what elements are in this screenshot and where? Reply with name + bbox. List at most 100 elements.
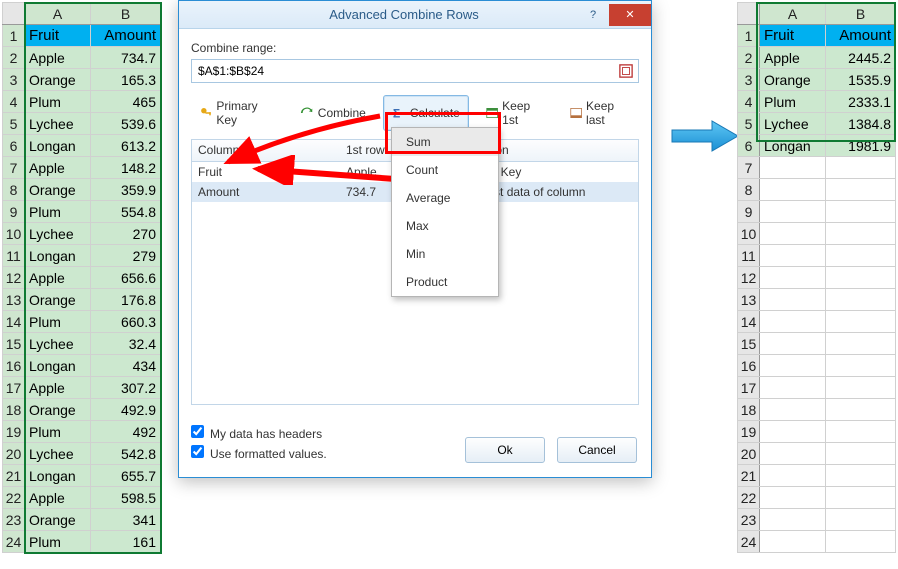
data-cell[interactable]: Plum bbox=[760, 91, 826, 113]
keep-first-button[interactable]: Keep 1st bbox=[477, 95, 553, 131]
data-cell[interactable] bbox=[760, 465, 826, 487]
col-header-b[interactable]: B bbox=[91, 3, 161, 25]
data-cell[interactable]: Apple bbox=[25, 157, 91, 179]
data-cell[interactable] bbox=[760, 377, 826, 399]
col-header-b[interactable]: B bbox=[826, 3, 896, 25]
data-cell[interactable] bbox=[760, 201, 826, 223]
select-all-corner[interactable] bbox=[3, 3, 25, 25]
data-cell[interactable]: Longan bbox=[760, 135, 826, 157]
row-header[interactable]: 23 bbox=[3, 509, 25, 531]
row-header[interactable]: 1 bbox=[3, 25, 25, 47]
data-cell[interactable]: Plum bbox=[25, 531, 91, 553]
header-cell[interactable]: Fruit bbox=[760, 25, 826, 47]
range-input[interactable] bbox=[192, 64, 614, 78]
row-header[interactable]: 13 bbox=[3, 289, 25, 311]
row-header[interactable]: 9 bbox=[738, 201, 760, 223]
data-cell[interactable]: Apple bbox=[25, 267, 91, 289]
data-cell[interactable] bbox=[760, 223, 826, 245]
data-cell[interactable]: Plum bbox=[25, 91, 91, 113]
row-header[interactable]: 10 bbox=[3, 223, 25, 245]
data-cell[interactable]: 148.2 bbox=[91, 157, 161, 179]
row-header[interactable]: 15 bbox=[3, 333, 25, 355]
row-header[interactable]: 13 bbox=[738, 289, 760, 311]
data-cell[interactable] bbox=[760, 157, 826, 179]
data-cell[interactable]: Lychee bbox=[760, 113, 826, 135]
row-header[interactable]: 10 bbox=[738, 223, 760, 245]
row-header[interactable]: 2 bbox=[3, 47, 25, 69]
data-cell[interactable]: 1384.8 bbox=[826, 113, 896, 135]
select-all-corner[interactable] bbox=[738, 3, 760, 25]
dropdown-item-count[interactable]: Count bbox=[392, 156, 498, 184]
row-header[interactable]: 12 bbox=[3, 267, 25, 289]
row-header[interactable]: 21 bbox=[738, 465, 760, 487]
row-header[interactable]: 11 bbox=[738, 245, 760, 267]
row-header[interactable]: 6 bbox=[3, 135, 25, 157]
data-cell[interactable] bbox=[760, 333, 826, 355]
row-header[interactable]: 22 bbox=[738, 487, 760, 509]
data-cell[interactable]: Orange bbox=[25, 69, 91, 91]
row-header[interactable]: 11 bbox=[3, 245, 25, 267]
ok-button[interactable]: Ok bbox=[465, 437, 545, 463]
data-cell[interactable]: 307.2 bbox=[91, 377, 161, 399]
row-header[interactable]: 19 bbox=[3, 421, 25, 443]
data-cell[interactable] bbox=[826, 531, 896, 553]
data-cell[interactable]: Lychee bbox=[25, 443, 91, 465]
data-cell[interactable] bbox=[760, 311, 826, 333]
row-header[interactable]: 14 bbox=[3, 311, 25, 333]
data-cell[interactable] bbox=[826, 399, 896, 421]
row-header[interactable]: 20 bbox=[3, 443, 25, 465]
row-header[interactable]: 8 bbox=[738, 179, 760, 201]
header-cell[interactable]: Amount bbox=[826, 25, 896, 47]
data-cell[interactable] bbox=[826, 509, 896, 531]
data-cell[interactable]: 161 bbox=[91, 531, 161, 553]
data-cell[interactable]: Longan bbox=[25, 135, 91, 157]
data-cell[interactable]: Longan bbox=[25, 465, 91, 487]
row-header[interactable]: 15 bbox=[738, 333, 760, 355]
data-cell[interactable] bbox=[826, 487, 896, 509]
close-button[interactable]: ✕ bbox=[609, 4, 651, 26]
data-cell[interactable]: Orange bbox=[25, 179, 91, 201]
dropdown-item-min[interactable]: Min bbox=[392, 240, 498, 268]
cancel-button[interactable]: Cancel bbox=[557, 437, 637, 463]
row-header[interactable]: 16 bbox=[738, 355, 760, 377]
data-cell[interactable]: Apple bbox=[25, 47, 91, 69]
data-cell[interactable]: 539.6 bbox=[91, 113, 161, 135]
data-cell[interactable]: Apple bbox=[25, 377, 91, 399]
grid-header-column[interactable]: Column bbox=[192, 140, 340, 161]
data-cell[interactable] bbox=[826, 465, 896, 487]
dropdown-item-product[interactable]: Product bbox=[392, 268, 498, 296]
data-cell[interactable]: Lychee bbox=[25, 333, 91, 355]
data-cell[interactable]: Longan bbox=[25, 355, 91, 377]
row-header[interactable]: 24 bbox=[738, 531, 760, 553]
header-cell[interactable]: Fruit bbox=[25, 25, 91, 47]
data-cell[interactable]: Longan bbox=[25, 245, 91, 267]
data-cell[interactable]: Plum bbox=[25, 421, 91, 443]
data-cell[interactable]: 655.7 bbox=[91, 465, 161, 487]
help-button[interactable]: ? bbox=[579, 4, 607, 26]
row-header[interactable]: 22 bbox=[3, 487, 25, 509]
data-cell[interactable]: 492 bbox=[91, 421, 161, 443]
data-cell[interactable] bbox=[826, 245, 896, 267]
data-cell[interactable] bbox=[826, 157, 896, 179]
row-header[interactable]: 19 bbox=[738, 421, 760, 443]
data-cell[interactable] bbox=[826, 289, 896, 311]
data-cell[interactable] bbox=[826, 333, 896, 355]
row-header[interactable]: 7 bbox=[738, 157, 760, 179]
calculate-button[interactable]: Σ Calculate bbox=[383, 95, 469, 131]
row-header[interactable]: 17 bbox=[738, 377, 760, 399]
data-cell[interactable]: Orange bbox=[25, 399, 91, 421]
data-cell[interactable] bbox=[760, 267, 826, 289]
data-cell[interactable]: 613.2 bbox=[91, 135, 161, 157]
dropdown-item-max[interactable]: Max bbox=[392, 212, 498, 240]
row-header[interactable]: 18 bbox=[3, 399, 25, 421]
row-header[interactable]: 3 bbox=[738, 69, 760, 91]
data-cell[interactable] bbox=[760, 509, 826, 531]
data-cell[interactable]: 1535.9 bbox=[826, 69, 896, 91]
col-header-a[interactable]: A bbox=[25, 3, 91, 25]
data-cell[interactable] bbox=[760, 421, 826, 443]
data-cell[interactable]: Orange bbox=[25, 509, 91, 531]
data-cell[interactable]: Orange bbox=[25, 289, 91, 311]
data-cell[interactable]: Apple bbox=[25, 487, 91, 509]
data-cell[interactable]: 2445.2 bbox=[826, 47, 896, 69]
row-header[interactable]: 18 bbox=[738, 399, 760, 421]
